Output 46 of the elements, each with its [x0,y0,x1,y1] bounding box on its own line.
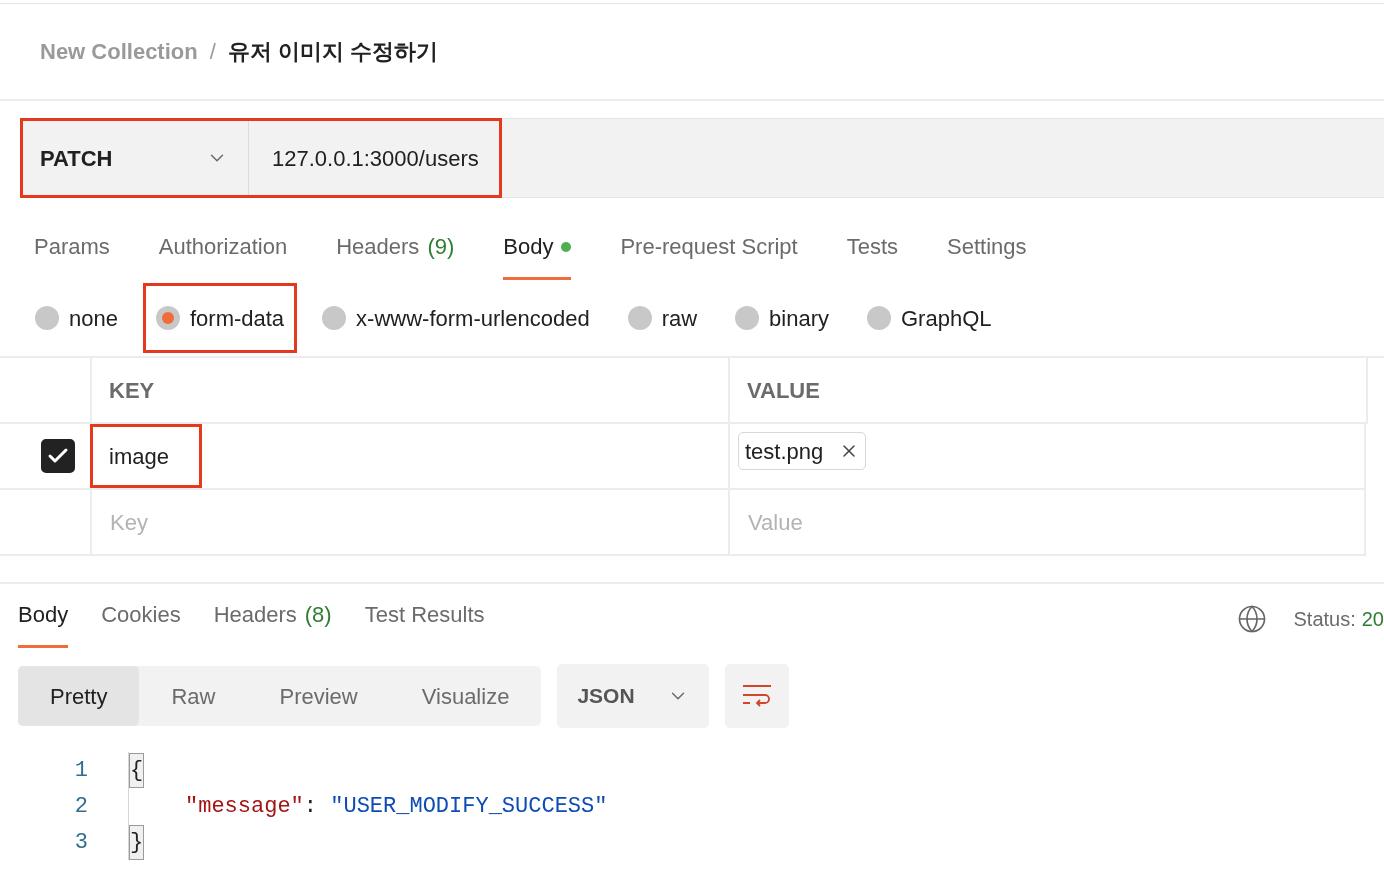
view-mode-option[interactable]: Visualize [389,666,542,726]
header-count: (8) [304,601,332,629]
request-tab[interactable]: Body [503,230,572,280]
body-type-radio[interactable]: raw [614,283,711,353]
breadcrumb-separator: / [209,38,216,66]
header-count: (9) [427,233,455,261]
view-mode-option[interactable]: Raw [139,666,248,726]
request-tab[interactable]: Tests [846,230,899,280]
column-header: KEY [90,358,730,424]
code-bracket: } [129,824,145,860]
wrap-lines-icon [741,683,774,709]
key-field[interactable]: image [90,424,202,488]
line-number: 1 [73,756,89,785]
globe-icon[interactable] [1237,604,1268,634]
view-mode-option[interactable]: Preview [247,666,390,726]
body-type-radio[interactable]: none [22,283,131,353]
body-type-radio[interactable]: x-www-form-urlencoded [309,283,603,353]
file-chip: test.png [738,432,867,470]
request-tab[interactable]: Headers (9) [336,230,455,280]
request-tab[interactable]: Authorization [158,230,288,280]
body-type-radio[interactable]: binary [722,283,842,353]
response-tab[interactable]: Headers (8) [213,598,332,648]
row-checkbox[interactable] [41,439,75,473]
json-key: "message" [185,789,304,823]
request-title: 유저 이미지 수정하기 [227,38,439,66]
request-tab[interactable]: Settings [947,230,1027,280]
column-header: VALUE [728,358,1368,424]
json-punctuation: : [303,792,319,821]
json-string: "USER_MODIFY_SUCCESS" [330,792,608,821]
request-tab[interactable]: Pre-request Script [620,230,798,280]
format-dropdown[interactable]: JSON [557,664,710,728]
body-type-radio[interactable]: GraphQL [854,283,1005,353]
line-number: 3 [73,828,89,857]
response-tab[interactable]: Body [18,598,69,648]
line-number: 2 [73,792,89,821]
view-mode-option[interactable]: Pretty [18,666,140,726]
response-tab[interactable]: Cookies [101,598,181,648]
response-tab[interactable]: Test Results [364,598,485,648]
body-type-radio[interactable]: form-data [142,283,298,353]
status-label: Status: 20 [1293,607,1384,632]
url-field[interactable]: 127.0.0.1:3000/users [249,121,499,195]
code-bracket: { [129,752,145,788]
key-input[interactable]: Key [110,505,410,539]
method-dropdown[interactable]: PATCH [23,121,249,195]
wrap-lines-button[interactable] [725,664,790,728]
request-tab[interactable]: Params [34,230,110,280]
